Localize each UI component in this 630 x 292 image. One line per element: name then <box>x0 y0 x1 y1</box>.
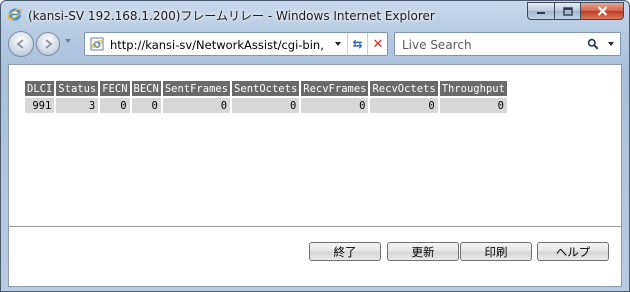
table-cell: 0 <box>162 98 231 113</box>
column-header: RecvOctets <box>370 81 438 96</box>
chevron-down-icon <box>608 42 614 46</box>
search-input[interactable]: Live Search <box>402 38 472 52</box>
column-header: SentFrames <box>162 81 231 96</box>
column-header: FECN <box>100 81 130 96</box>
title-bar[interactable]: (kansi-SV 192.168.1.200)フレームリレー - Window… <box>1 1 629 27</box>
refresh-page-button[interactable]: ⇆ <box>347 33 367 55</box>
chevron-down-icon <box>335 42 341 46</box>
refresh-button[interactable]: 更新 <box>387 242 459 261</box>
address-bar[interactable]: http://kansi-sv/NetworkAssist/cgi-bin, ⇆… <box>84 32 388 56</box>
internet-explorer-icon <box>7 8 23 21</box>
navigation-bar: http://kansi-sv/NetworkAssist/cgi-bin, ⇆… <box>1 28 629 62</box>
column-header: DLCI <box>25 81 55 96</box>
end-button[interactable]: 終了 <box>309 242 381 261</box>
search-icon <box>587 38 599 50</box>
stop-button[interactable]: ✕ <box>367 33 388 55</box>
table-cell: 0 <box>100 98 130 113</box>
table-cell: 0 <box>301 98 369 113</box>
close-icon <box>597 6 607 16</box>
page-icon <box>90 37 104 51</box>
minimize-icon <box>537 12 545 14</box>
table-cell: 0 <box>232 98 300 113</box>
search-button[interactable] <box>582 33 604 55</box>
search-bar[interactable]: Live Search <box>394 32 621 56</box>
window-title: (kansi-SV 192.168.1.200)フレームリレー - Window… <box>28 9 435 23</box>
button-row: 終了 更新 印刷 ヘルプ <box>9 242 621 262</box>
table-row: 991 3 0 0 0 0 0 0 0 <box>25 98 507 113</box>
back-arrow-icon <box>16 39 24 49</box>
stop-icon: ✕ <box>372 36 384 52</box>
table-cell: 991 <box>25 98 55 113</box>
maximize-button[interactable] <box>554 2 580 20</box>
browser-window: (kansi-SV 192.168.1.200)フレームリレー - Window… <box>0 0 630 292</box>
minimize-button[interactable] <box>527 2 554 20</box>
caption-buttons <box>527 2 624 21</box>
history-dropdown-icon[interactable] <box>64 37 72 45</box>
table-cell: 0 <box>439 98 507 113</box>
table-cell: 0 <box>370 98 438 113</box>
column-header: Status <box>56 81 99 96</box>
help-button[interactable]: ヘルプ <box>537 242 609 261</box>
address-text[interactable]: http://kansi-sv/NetworkAssist/cgi-bin, <box>110 38 350 52</box>
print-button[interactable]: 印刷 <box>460 242 532 261</box>
address-dropdown-button[interactable] <box>331 33 345 55</box>
page-content: DLCI Status FECN BECN SentFrames SentOct… <box>8 64 622 287</box>
search-dropdown-button[interactable] <box>604 33 618 55</box>
column-header: Throughput <box>439 81 507 96</box>
column-header: RecvFrames <box>301 81 369 96</box>
table-cell: 3 <box>56 98 99 113</box>
maximize-icon <box>562 6 573 16</box>
forward-arrow-icon <box>45 39 53 49</box>
table-header-row: DLCI Status FECN BECN SentFrames SentOct… <box>25 81 507 96</box>
column-header: SentOctets <box>232 81 300 96</box>
back-button[interactable] <box>8 31 34 57</box>
frame-relay-stats-table: DLCI Status FECN BECN SentFrames SentOct… <box>23 79 509 115</box>
divider <box>9 226 621 228</box>
close-button[interactable] <box>580 2 624 20</box>
table-cell: 0 <box>131 98 161 113</box>
refresh-icon: ⇆ <box>352 37 363 51</box>
forward-button[interactable] <box>36 32 60 56</box>
column-header: BECN <box>131 81 161 96</box>
